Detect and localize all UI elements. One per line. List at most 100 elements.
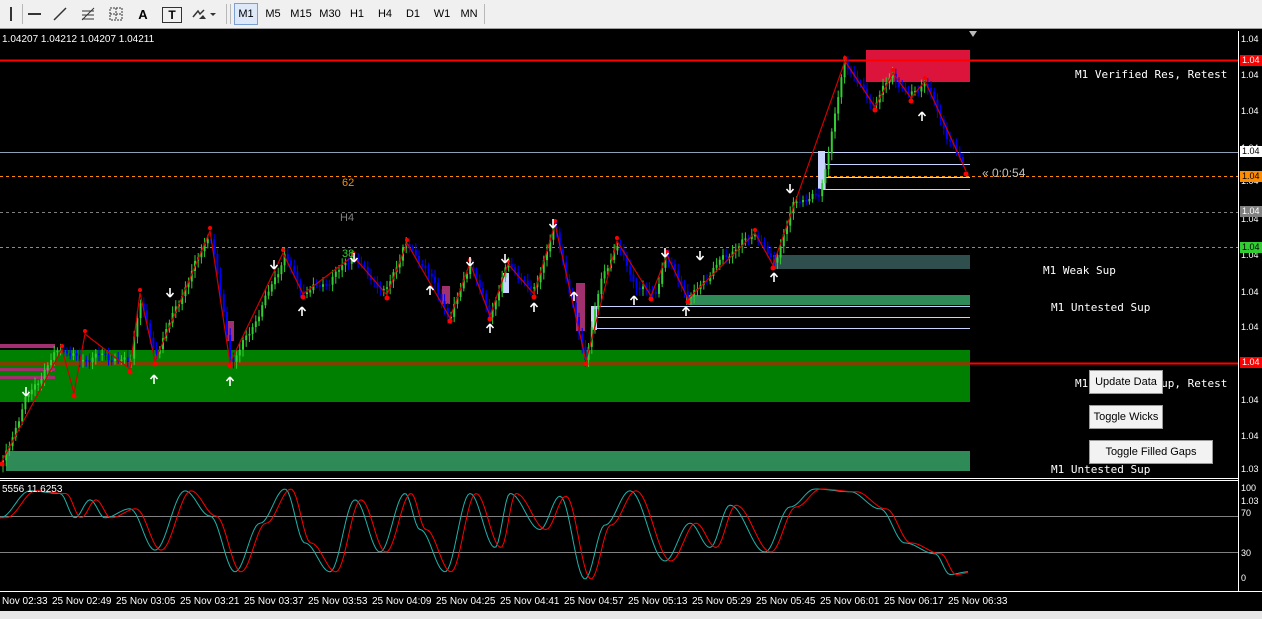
timeframe-m1[interactable]: M1 (234, 3, 258, 25)
time-axis-label: 25 Nov 03:21 (180, 596, 240, 607)
candle-body (251, 327, 254, 334)
candle-body (91, 357, 94, 363)
swing-high-dot (138, 288, 142, 292)
candle-body (30, 389, 33, 395)
candle-body (440, 294, 443, 302)
grid-icon[interactable] (106, 3, 126, 25)
ohlc-readout: 1.04207 1.04212 1.04207 1.04211 (2, 34, 155, 45)
fractal-up-arrow (917, 111, 927, 121)
candle-body (306, 292, 308, 295)
stochastic-scale-label: 70 (1241, 508, 1252, 518)
candle-body (427, 268, 430, 274)
timeframe-m30[interactable]: M30 (317, 3, 343, 25)
candle-body (40, 379, 43, 384)
timeframe-m15[interactable]: M15 (288, 3, 314, 25)
timeframe-h1[interactable]: H1 (346, 3, 368, 25)
candle-body (219, 274, 222, 295)
candle-body (242, 340, 244, 350)
time-axis-label: 25 Nov 03:37 (244, 596, 304, 607)
time-axis-label: 25 Nov 03:05 (116, 596, 176, 607)
swing-low-dot (447, 318, 453, 324)
candle-body (318, 284, 321, 287)
candle-body (770, 253, 772, 258)
timeframe-h4[interactable]: H4 (374, 3, 396, 25)
candle-body (632, 274, 635, 282)
candle-body (917, 90, 920, 93)
level-lines (0, 59, 1238, 379)
fractal-up-arrow (681, 306, 691, 316)
zone-label-verified-res: M1 Verified Res, Retest (1075, 68, 1228, 81)
candle-body (629, 265, 632, 275)
fractal-up-arrow (629, 295, 639, 305)
fibonacci-icon[interactable] (78, 3, 98, 25)
swing-low-dot (872, 107, 878, 113)
candle-body (216, 253, 219, 275)
text-icon[interactable]: A (134, 3, 152, 25)
candle-body (763, 242, 766, 247)
candle-body (21, 409, 24, 422)
swing-high-dot (83, 329, 87, 333)
stochastic-signal-line (0, 488, 969, 580)
update-data-button[interactable]: Update Data (1089, 370, 1163, 394)
chart-canvas (0, 31, 1238, 473)
time-axis-label: 25 Nov 06:17 (884, 596, 944, 607)
candle-body (46, 365, 49, 370)
candle-body (722, 255, 724, 260)
toggle-filled-gaps-button[interactable]: Toggle Filled Gaps (1089, 440, 1213, 464)
candle-body (277, 274, 280, 278)
candle-body (152, 337, 155, 349)
candle-body (309, 290, 312, 293)
filled-gap-box (0, 344, 55, 348)
candle-body (635, 281, 638, 288)
toolbar-separator (22, 4, 23, 24)
candle-body (744, 238, 747, 240)
candle-body (328, 284, 331, 287)
candle-body (933, 91, 936, 100)
untested-support-zone-2 (6, 451, 970, 471)
candle-body (245, 335, 248, 341)
candle-body (923, 83, 926, 87)
time-axis[interactable]: Nov 02:33 25 Nov 02:49 25 Nov 03:05 25 Nov … (0, 591, 1262, 611)
candle-body (254, 321, 257, 328)
toolbar: A T M1 M5 M15 M30 H1 H4 D1 W1 MN (0, 0, 1262, 29)
trendline-icon[interactable] (50, 3, 70, 25)
fib-label-h4: H4 (340, 212, 355, 224)
timeframe-mn[interactable]: MN (458, 3, 480, 25)
stochastic-main-line (0, 488, 969, 580)
price-axis[interactable]: 1.04 1.04 1.04 1.04 1.04 1.04 1.04 1.04 1.04 1.04… (1238, 31, 1262, 591)
cursor-icon[interactable] (4, 3, 18, 25)
swing-low-dot (908, 98, 914, 104)
candle-body (930, 87, 932, 92)
timeframe-d1[interactable]: D1 (402, 3, 424, 25)
fractal-down-arrow (695, 251, 705, 261)
text-label-icon[interactable]: T (162, 7, 182, 23)
toggle-wicks-button[interactable]: Toggle Wicks (1089, 405, 1163, 429)
time-axis-label: 25 Nov 04:41 (500, 596, 560, 607)
price-axis-label: 1.04 (1241, 34, 1259, 44)
price-axis-label: 1.03 (1241, 496, 1259, 506)
candle-body (334, 271, 337, 277)
candle-body (43, 369, 46, 380)
fractal-up-arrow (297, 306, 307, 316)
arrows-dropdown-icon[interactable] (190, 3, 218, 25)
candle-body (530, 286, 532, 289)
bar-countdown: « 0:0:54 (982, 166, 1026, 180)
swing-high-dot (923, 76, 927, 80)
price-axis-label: 1.04 (1241, 395, 1259, 405)
candle-body (814, 193, 817, 196)
timeframe-w1[interactable]: W1 (430, 3, 454, 25)
timeframe-m5[interactable]: M5 (262, 3, 284, 25)
candle-body (235, 355, 238, 362)
horizontal-line-icon[interactable] (24, 3, 44, 25)
candle-body (66, 350, 68, 354)
candle-body (238, 349, 241, 356)
stochastic-readout: 5556 11.6253 (2, 484, 63, 495)
stochastic-pane[interactable]: 5556 11.6253 (0, 481, 1238, 590)
price-chart[interactable]: 1.04207 1.04212 1.04207 1.04211 62 H4 38… (0, 31, 1238, 478)
price-tag-current: 1.04 (1240, 146, 1262, 157)
candle-body (834, 113, 836, 132)
candle-body (139, 303, 142, 319)
time-axis-label: Nov 02:33 (2, 596, 48, 607)
swing-low-dot (685, 299, 691, 305)
candle-body (104, 353, 107, 356)
